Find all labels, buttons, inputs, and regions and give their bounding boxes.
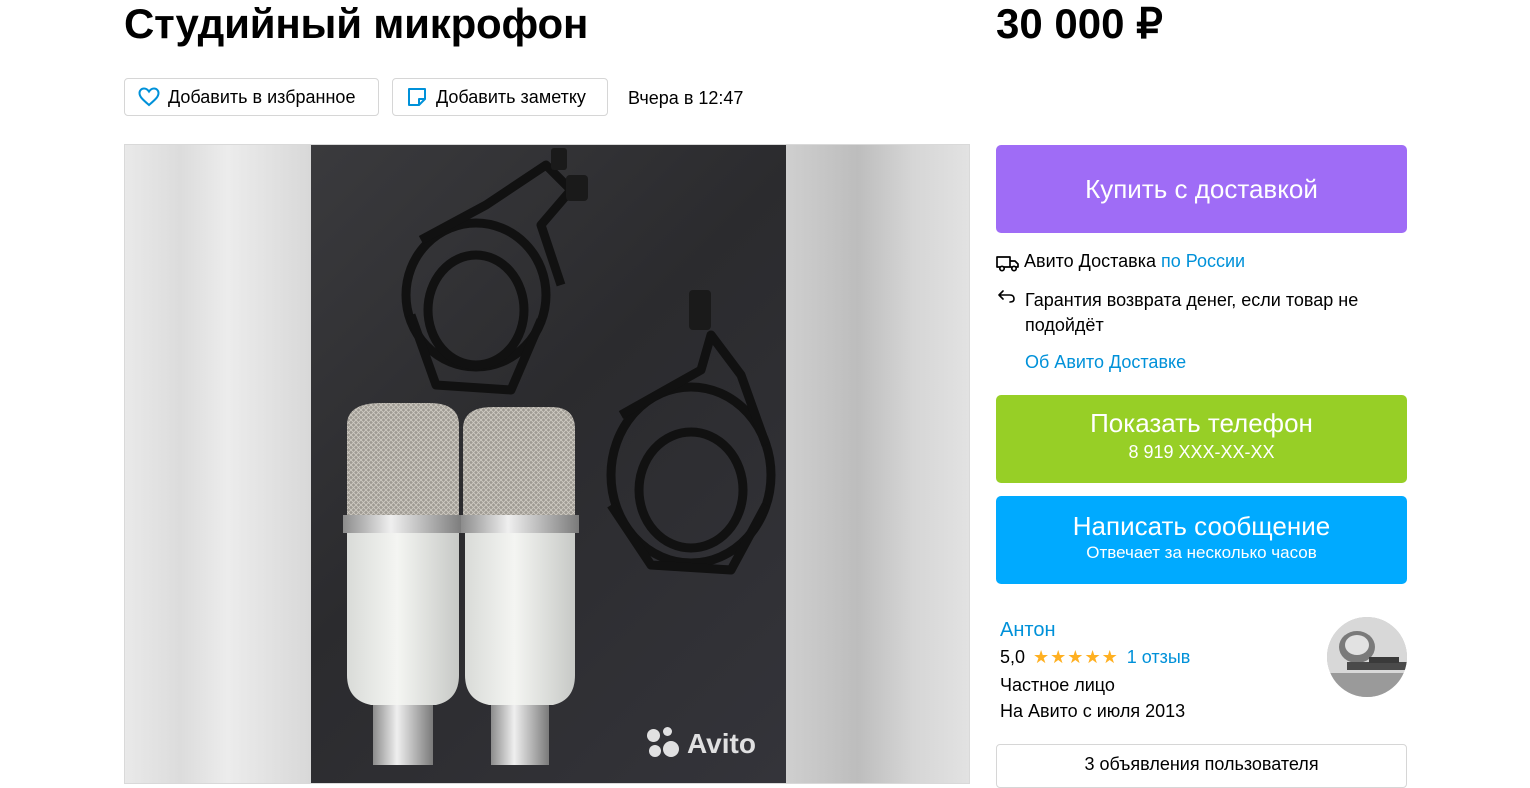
page-title: Студийный микрофон <box>124 0 589 47</box>
show-phone-button[interactable]: Показать телефон 8 919 XXX-XX-XX <box>996 395 1407 483</box>
seller-ads-label: 3 объявления пользователя <box>1084 754 1319 774</box>
phone-number-masked: 8 919 XXX-XX-XX <box>1128 442 1275 462</box>
seller-ads-button[interactable]: 3 объявления пользователя <box>996 744 1407 788</box>
about-delivery-link[interactable]: Об Авито Доставке <box>1025 352 1186 373</box>
write-message-label: Написать сообщение <box>1072 511 1331 541</box>
gallery-blur-right <box>783 145 969 783</box>
note-label: Добавить заметку <box>436 86 586 107</box>
seller-avatar[interactable] <box>1327 617 1407 697</box>
buy-with-delivery-button[interactable]: Купить с доставкой <box>996 145 1407 233</box>
heart-icon <box>138 87 160 107</box>
publish-date: Вчера в 12:47 <box>628 88 744 108</box>
watermark-text: Avito <box>687 728 756 759</box>
delivery-service: Авито Доставка <box>1024 251 1156 271</box>
price: 30 000 ₽ <box>996 0 1163 47</box>
add-to-favorites-button[interactable]: Добавить в избранное <box>124 78 379 116</box>
delivery-info: Авито Доставка по России <box>996 251 1245 278</box>
favorite-label: Добавить в избранное <box>168 86 356 107</box>
product-photo[interactable] <box>311 145 786 783</box>
gallery-blur-left <box>125 145 311 783</box>
seller-rating: 5,0 ★★★★★ 1 отзыв <box>1000 647 1190 668</box>
rating-stars-icon: ★★★★★ <box>1033 647 1119 667</box>
seller-type: Частное лицо <box>1000 675 1115 695</box>
seller-name-link[interactable]: Антон <box>1000 619 1056 642</box>
show-phone-label: Показать телефон <box>1090 408 1313 438</box>
microphone-photo-illustration <box>343 148 776 765</box>
reviews-link[interactable]: 1 отзыв <box>1127 647 1191 668</box>
truck-icon <box>996 251 1024 278</box>
photo-gallery[interactable]: Avito <box>124 144 970 784</box>
return-arrow-icon <box>998 289 1016 310</box>
note-icon <box>408 88 426 106</box>
avito-watermark: Avito <box>647 727 756 761</box>
response-time: Отвечает за несколько часов <box>1086 543 1317 562</box>
seller-since: На Авито с июля 2013 <box>1000 701 1186 721</box>
delivery-region-link[interactable]: по России <box>1161 251 1245 278</box>
buy-label: Купить с доставкой <box>1085 173 1318 204</box>
write-message-button[interactable]: Написать сообщение Отвечает за несколько… <box>996 496 1407 584</box>
money-back-guarantee: Гарантия возврата денег, если товар не п… <box>1025 290 1359 335</box>
add-note-button[interactable]: Добавить заметку <box>392 78 608 116</box>
rating-value: 5,0 <box>1000 647 1026 667</box>
avito-logo-icon <box>647 727 681 761</box>
